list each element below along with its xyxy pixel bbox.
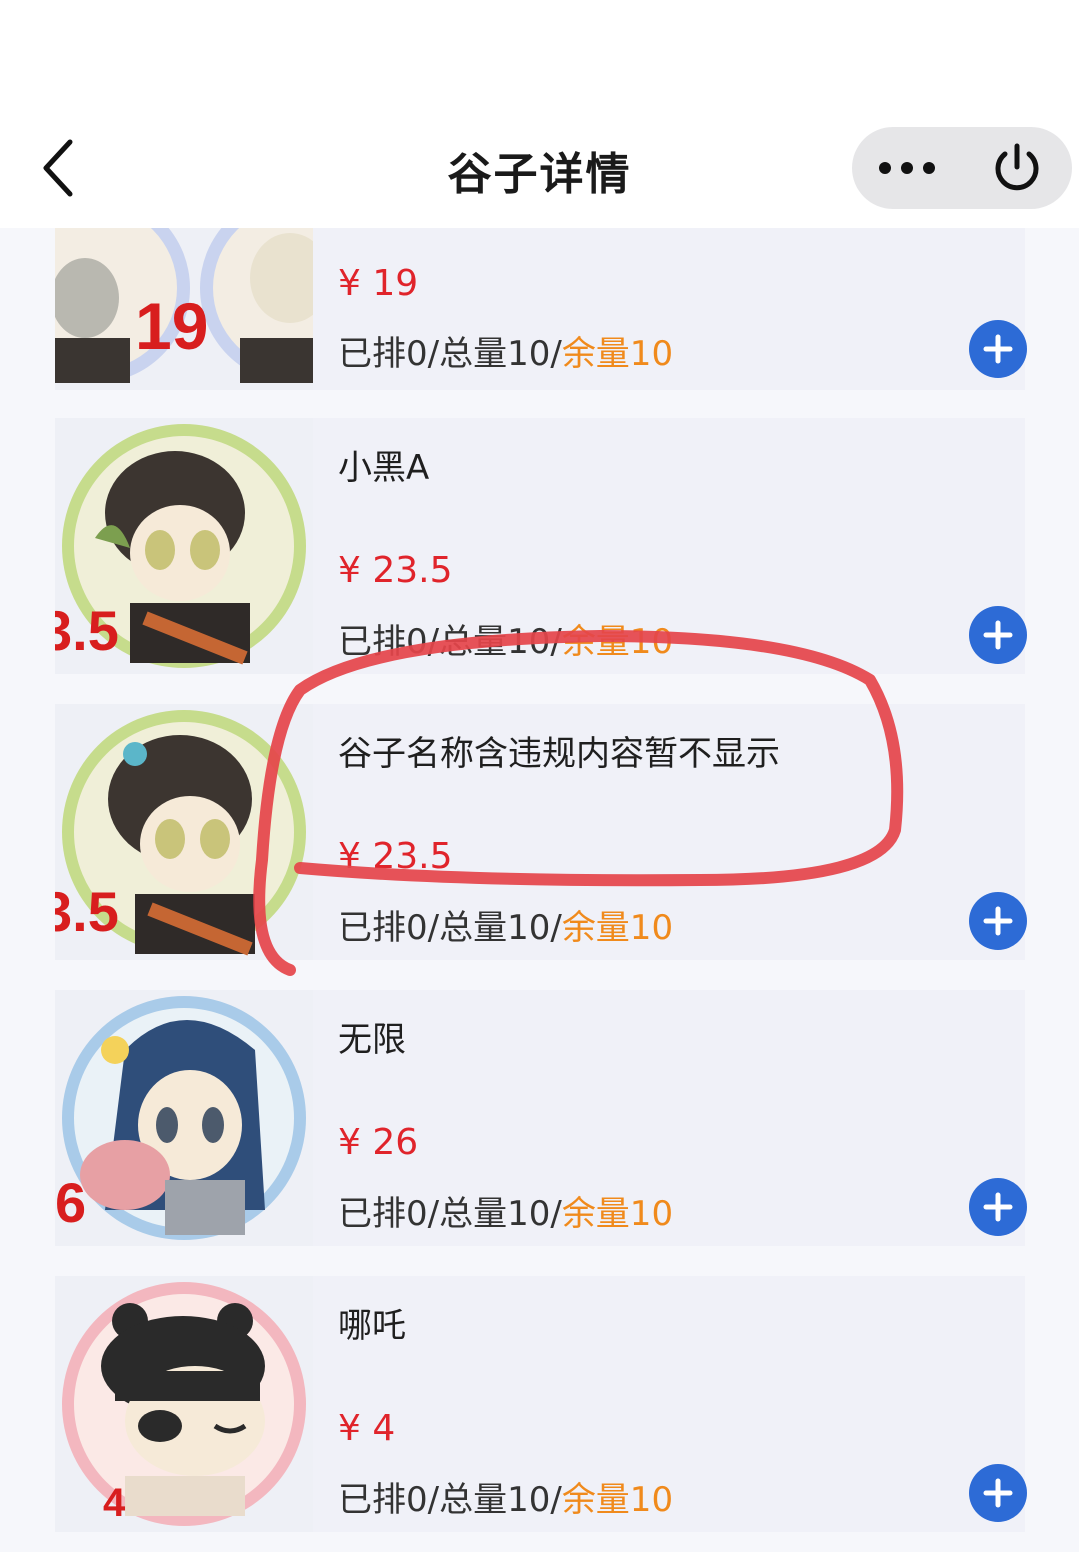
- stock-remain: 余量10: [561, 334, 674, 374]
- add-button[interactable]: [969, 1178, 1027, 1236]
- plus-icon: [983, 1478, 1013, 1508]
- stock-summary: 已排0/总量10/: [338, 908, 562, 948]
- add-button[interactable]: [969, 320, 1027, 378]
- stock-remain: 余量10: [561, 622, 674, 662]
- item-name: 哪吒: [338, 1306, 406, 1346]
- plus-icon: [983, 906, 1013, 936]
- item-name: 小黑A: [338, 448, 430, 488]
- nav-bar: 谷子详情: [0, 0, 1079, 228]
- stock-summary: 已排0/总量10/: [338, 622, 562, 662]
- goods-item: 3.5 小黑A ¥ 23.5 已排0/总量10/余量10: [55, 418, 1027, 674]
- goods-thumbnail: 19: [55, 228, 313, 390]
- item-price: ¥ 23.5: [338, 550, 453, 591]
- stock-remain: 余量10: [561, 1194, 674, 1234]
- thumbnail-number: 19: [135, 289, 209, 363]
- close-mini-program-button[interactable]: [962, 127, 1072, 209]
- thumbnail-number: 4: [103, 1481, 126, 1525]
- item-stock: 已排0/总量10/余量10: [338, 900, 673, 949]
- item-price: ¥ 4: [338, 1408, 396, 1449]
- app-root: 谷子详情 19 ¥ 19 已排0/总量10/余量10 3.5 小黑A ¥ 23.…: [0, 0, 1079, 1552]
- goods-item: 3.5 谷子名称含违规内容暂不显示 ¥ 23.5 已排0/总量10/余量10: [55, 704, 1027, 960]
- item-stock: 已排0/总量10/余量10: [338, 1472, 673, 1521]
- plus-icon: [983, 334, 1013, 364]
- power-icon: [995, 143, 1039, 191]
- goods-list[interactable]: 19 ¥ 19 已排0/总量10/余量10 3.5 小黑A ¥ 23.5 已排0…: [0, 228, 1079, 1552]
- goods-item: 19 ¥ 19 已排0/总量10/余量10: [55, 228, 1027, 390]
- goods-thumbnail: 6: [55, 990, 313, 1246]
- goods-thumbnail: 4: [55, 1276, 313, 1532]
- thumbnail-number: 3.5: [55, 880, 119, 943]
- plus-icon: [983, 620, 1013, 650]
- more-button[interactable]: [852, 127, 962, 209]
- goods-thumbnail: 3.5: [55, 704, 313, 960]
- mini-program-capsule: [852, 127, 1072, 209]
- item-price: ¥ 19: [338, 263, 419, 304]
- item-name: 无限: [338, 1020, 406, 1060]
- stock-summary: 已排0/总量10/: [338, 1480, 562, 1520]
- add-button[interactable]: [969, 892, 1027, 950]
- thumbnail-number: 3.5: [55, 599, 119, 662]
- goods-item: 6 无限 ¥ 26 已排0/总量10/余量10: [55, 990, 1027, 1246]
- stock-summary: 已排0/总量10/: [338, 334, 562, 374]
- item-stock: 已排0/总量10/余量10: [338, 614, 673, 663]
- plus-icon: [983, 1192, 1013, 1222]
- item-stock: 已排0/总量10/余量10: [338, 326, 673, 375]
- item-price: ¥ 26: [338, 1122, 419, 1163]
- goods-item: 4 哪吒 ¥ 4 已排0/总量10/余量10: [55, 1276, 1027, 1532]
- add-button[interactable]: [969, 1464, 1027, 1522]
- item-stock: 已排0/总量10/余量10: [338, 1186, 673, 1235]
- stock-summary: 已排0/总量10/: [338, 1194, 562, 1234]
- more-dots-icon: [879, 162, 935, 174]
- thumbnail-number: 6: [55, 1171, 87, 1234]
- goods-thumbnail: 3.5: [55, 418, 313, 674]
- item-name: 谷子名称含违规内容暂不显示: [338, 734, 780, 774]
- stock-remain: 余量10: [561, 1480, 674, 1520]
- add-button[interactable]: [969, 606, 1027, 664]
- stock-remain: 余量10: [561, 908, 674, 948]
- item-price: ¥ 23.5: [338, 836, 453, 877]
